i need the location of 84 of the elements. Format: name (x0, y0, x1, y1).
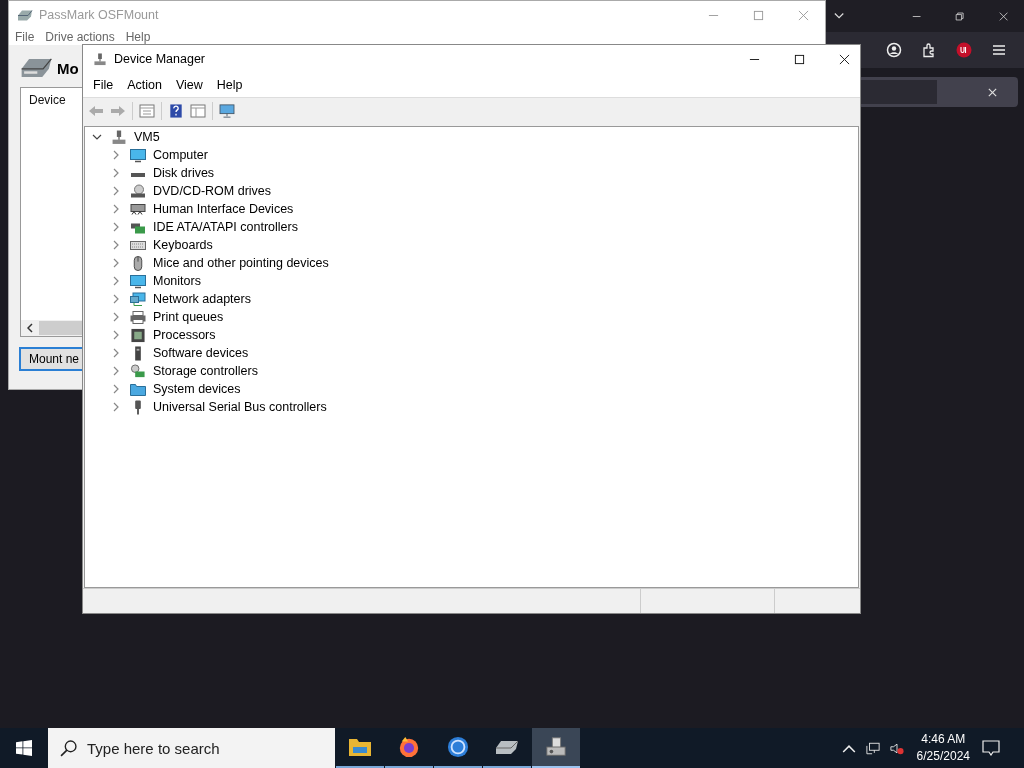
menu-item[interactable]: Help (125, 30, 151, 44)
drive-icon (17, 8, 33, 22)
network-icon[interactable] (865, 741, 880, 755)
tree-item[interactable]: Computer (153, 148, 208, 162)
text-field[interactable] (858, 80, 937, 104)
taskbar-app-button[interactable] (532, 728, 580, 768)
menu-icon[interactable] (991, 42, 1007, 58)
window-title: Device Manager (114, 52, 205, 66)
tree-item[interactable]: Storage controllers (153, 364, 258, 378)
tree-item[interactable]: Processors (153, 328, 216, 342)
menu-item[interactable]: Action (127, 78, 162, 92)
tree-item[interactable]: Keyboards (153, 238, 213, 252)
collapsed-chevron-icon[interactable] (111, 312, 121, 322)
menu-item[interactable]: Help (216, 78, 243, 92)
printer-icon (130, 309, 146, 325)
expanded-chevron-icon[interactable] (92, 132, 102, 142)
collapsed-chevron-icon[interactable] (111, 348, 121, 358)
tree-item[interactable]: Software devices (153, 346, 249, 360)
tree-item[interactable]: VM5 (134, 130, 160, 144)
tree-item[interactable]: Human Interface Devices (153, 202, 294, 216)
puzzle-icon[interactable] (921, 42, 937, 58)
tree-item[interactable]: Monitors (153, 274, 201, 288)
tree-item[interactable]: DVD/CD-ROM drives (153, 184, 272, 198)
menu-item[interactable]: File (93, 78, 114, 92)
maximize-icon[interactable] (794, 53, 805, 65)
computer-icon (111, 129, 127, 145)
computer-icon (92, 52, 108, 66)
scrollbar-thumb[interactable] (39, 321, 82, 335)
search-icon (60, 740, 77, 757)
browser-icon (446, 736, 470, 758)
start-icon[interactable] (16, 740, 32, 756)
collapsed-chevron-icon[interactable] (111, 150, 121, 160)
network-icon (130, 291, 146, 307)
notification-icon[interactable] (982, 740, 1000, 756)
collapsed-chevron-icon[interactable] (111, 366, 121, 376)
collapsed-chevron-icon[interactable] (111, 402, 121, 412)
shield-badge-icon[interactable] (956, 42, 972, 58)
search-field[interactable]: Type here to search (48, 728, 335, 768)
chip-icon (130, 327, 146, 343)
fox-browser-icon (397, 736, 421, 758)
menu-item[interactable]: File (15, 30, 35, 44)
drive-icon (130, 172, 146, 178)
account-icon[interactable] (886, 42, 902, 58)
collapsed-chevron-icon[interactable] (111, 186, 121, 196)
window-title: PassMark OSFMount (39, 8, 159, 22)
folder-icon (130, 381, 146, 397)
input-device-icon (130, 201, 146, 217)
chevron-down-icon[interactable] (834, 12, 845, 20)
tree-item[interactable]: Universal Serial Bus controllers (153, 400, 327, 414)
tree-item[interactable]: Mice and other pointing devices (153, 256, 329, 270)
folder-icon (348, 736, 372, 758)
close-icon[interactable] (839, 53, 850, 65)
heading: Mo (57, 59, 79, 77)
muted-speaker-icon[interactable] (889, 741, 904, 755)
collapsed-chevron-icon[interactable] (111, 276, 121, 286)
collapsed-chevron-icon[interactable] (111, 330, 121, 340)
collapsed-chevron-icon[interactable] (111, 222, 121, 232)
clock-time[interactable]: 4:46 AM (921, 731, 966, 748)
restore-icon[interactable] (955, 10, 965, 22)
monitor-icon[interactable] (219, 104, 235, 118)
collapsed-chevron-icon[interactable] (111, 240, 121, 250)
collapsed-chevron-icon[interactable] (111, 384, 121, 394)
drive-icon (20, 57, 53, 79)
mount-button[interactable]: Mount ne (19, 347, 82, 371)
menu-item[interactable]: View (175, 78, 203, 92)
help-icon[interactable] (168, 104, 184, 118)
tree-item[interactable]: Print queues (153, 310, 224, 324)
tree-item[interactable]: Network adapters (153, 292, 251, 306)
tree-item[interactable]: Disk drives (153, 166, 215, 180)
collapsed-chevron-icon[interactable] (111, 294, 121, 304)
collapsed-chevron-icon[interactable] (111, 168, 121, 178)
tree-item[interactable]: System devices (153, 382, 241, 396)
horizontal-scrollbar[interactable] (21, 320, 82, 336)
clock-date[interactable]: 6/25/2024 (916, 748, 970, 765)
storage-controller-icon (130, 363, 146, 379)
computer-icon (544, 736, 568, 758)
disc-drive-icon (130, 183, 146, 199)
tree-item[interactable]: IDE ATA/ATAPI controllers (153, 220, 298, 234)
monitor-icon (130, 147, 146, 163)
monitor-icon (130, 273, 146, 289)
collapsed-chevron-icon[interactable] (111, 204, 121, 214)
collapsed-chevron-icon[interactable] (111, 258, 121, 268)
menu-item[interactable]: Drive actions (45, 30, 115, 44)
column-header[interactable]: Device (29, 93, 66, 107)
